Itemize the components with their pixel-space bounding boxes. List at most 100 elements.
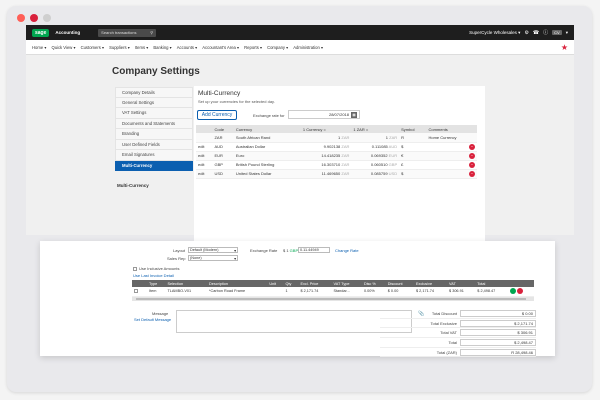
column-header: VAT [447, 280, 476, 287]
exchange-currency: $ 1 GBP [283, 248, 299, 253]
nav-item-accounts[interactable]: Accounts ▾ [177, 45, 198, 50]
settings-icon[interactable]: ⚙ [524, 30, 528, 36]
delete-icon[interactable]: − [469, 143, 475, 150]
sidebar-item-email-signatures[interactable]: Email Signatures [115, 150, 193, 161]
rate-cell: 14.418235 ZAR [300, 151, 352, 161]
inclusive-amounts-checkbox[interactable]: Use Inclusive Amounts [133, 266, 179, 271]
message-textarea[interactable] [176, 310, 412, 333]
company-selector[interactable]: SuperCycle Wholesales ▾ [469, 30, 520, 36]
main-nav: Home ▾ Quick View ▾ Customers ▾ Suppliers ▾… [26, 40, 574, 55]
line-selection[interactable]: TLAMBO-V01 [165, 287, 208, 297]
edit-link[interactable] [196, 133, 213, 143]
delete-icon[interactable]: − [469, 170, 475, 177]
close-dot[interactable] [17, 14, 25, 22]
column-header: Comments [426, 125, 477, 133]
layout-select[interactable]: Default (Modern) ▾ [188, 247, 238, 253]
currency-comment: − [426, 142, 477, 152]
line-vat-type: Standar... [331, 287, 362, 297]
default-message-link[interactable]: Set Default Message [134, 317, 171, 322]
sidebar-item-company-details[interactable]: Company Details [115, 87, 193, 98]
nav-item-customers[interactable]: Customers ▾ [81, 45, 105, 50]
nav-item-quick-view[interactable]: Quick View ▾ [51, 45, 75, 50]
nav-item-items[interactable]: Items ▾ [135, 45, 149, 50]
total-label: Total VAT [440, 330, 457, 336]
inverse-unit: EUR [388, 153, 398, 158]
sidebar-item-multi-currency[interactable]: Multi-Currency [115, 160, 193, 171]
maximize-dot[interactable] [43, 14, 51, 22]
currency-name: British Pound Sterling [233, 160, 301, 170]
user-menu-chevron-icon[interactable]: ▾ [566, 30, 568, 36]
line-qty[interactable]: 1 [283, 287, 299, 297]
delete-icon[interactable]: − [469, 161, 475, 168]
nav-item-home[interactable]: Home ▾ [32, 45, 46, 50]
remove-icon[interactable] [517, 288, 524, 295]
edit-link[interactable]: edit [196, 142, 213, 152]
favorite-star-icon[interactable]: ★ [561, 43, 568, 52]
currency-name: Australian Dollar [233, 142, 301, 152]
chevron-down-icon: ▾ [43, 44, 47, 50]
line-description[interactable]: *Carbon Road Frame [207, 287, 268, 297]
sales-rep-select[interactable]: (None) ▾ [188, 255, 238, 261]
edit-link[interactable]: edit [196, 160, 213, 170]
sidebar-item-vat-settings[interactable]: VAT Settings [115, 108, 193, 119]
nav-item-label: Suppliers [109, 44, 127, 50]
add-currency-button[interactable]: Add Currency [197, 110, 237, 120]
minimize-dot[interactable] [30, 14, 38, 22]
nav-item-accountant-s-area[interactable]: Accountant's Area ▾ [202, 45, 239, 50]
sidebar-item-general-settings[interactable]: General Settings [115, 97, 193, 108]
delete-icon[interactable]: − [469, 152, 475, 159]
search-input[interactable]: Search transactions [101, 30, 136, 35]
user-avatar[interactable]: CV [552, 30, 562, 35]
column-header: Qty [283, 280, 299, 287]
edit-link[interactable]: edit [196, 169, 213, 179]
inverse-rate-cell: 1 ZAR [351, 133, 400, 143]
chevron-down-icon: ▾ [100, 44, 105, 50]
nav-item-label: Customers [80, 44, 101, 50]
line-disc: 0.00% [361, 287, 386, 297]
nav-item-administration[interactable]: Administration ▾ [293, 45, 323, 50]
inverse-rate-cell: 0.111085 AUD [351, 142, 400, 152]
horizontal-scrollbar[interactable] [132, 297, 534, 301]
calendar-icon[interactable]: ▦ [351, 111, 357, 118]
rate-value: 16.303710 [321, 162, 341, 167]
line-unit [267, 287, 284, 297]
settings-sidebar: Company Details General Settings VAT Setti… [115, 87, 193, 171]
chevron-down-icon: ▾ [126, 44, 130, 50]
nav-item-company[interactable]: Company ▾ [267, 45, 288, 50]
sidebar-item-documents-and-statements[interactable]: Documents and Statements [115, 118, 193, 129]
total-value: $ 0.00 [460, 309, 536, 317]
nav-item-label: Company [267, 44, 285, 50]
currency-symbol: € [399, 151, 427, 161]
exchange-date-field[interactable]: 28/07/2018 ▦ [288, 110, 360, 119]
sales-rep-label: Sales Rep [167, 256, 186, 261]
checkbox[interactable] [134, 289, 138, 294]
change-rate-link[interactable]: Change Rate [335, 248, 359, 253]
comment-text: Home Currency [428, 134, 457, 140]
chevron-down-icon: ▾ [319, 44, 324, 50]
search-icon[interactable]: ⚲ [150, 30, 153, 35]
currency-symbol: £ [399, 160, 427, 170]
rate-cell: 16.303710 ZAR [300, 160, 352, 170]
help-icon[interactable]: ⓘ [543, 29, 548, 36]
phone-icon[interactable]: ☎ [533, 30, 539, 36]
search-box[interactable]: Search transactions ⚲ [98, 28, 157, 37]
nav-item-banking[interactable]: Banking ▾ [153, 45, 171, 50]
sidebar-item-user-defined-fields[interactable]: User Defined Fields [115, 139, 193, 150]
exchange-rate-input[interactable]: 0.11.44949 [298, 247, 330, 253]
line-type[interactable]: Item [147, 287, 166, 297]
inverse-unit: GBP [388, 162, 398, 167]
scrollbar-thumb[interactable] [136, 298, 526, 300]
rate-unit: ZAR [341, 171, 350, 176]
last-invoice-link[interactable]: Use Last Invoice Detail [133, 273, 174, 278]
sage-logo[interactable]: sage [32, 28, 50, 37]
edit-link[interactable]: edit [196, 151, 213, 161]
nav-item-suppliers[interactable]: Suppliers ▾ [109, 45, 130, 50]
total-value: $ 306.91 [460, 329, 536, 337]
row-checkbox[interactable] [132, 287, 148, 297]
currency-table: Code Currency 1 Currency = 1 ZAR = Symbol Com… [196, 125, 477, 179]
nav-item-reports[interactable]: Reports ▾ [244, 45, 262, 50]
sidebar-item-branding[interactable]: Branding [115, 129, 193, 140]
column-header: 1 Currency = [300, 125, 352, 133]
line-exclusive: $ 2,171.74 [414, 287, 448, 297]
confirm-icon[interactable] [510, 288, 517, 295]
